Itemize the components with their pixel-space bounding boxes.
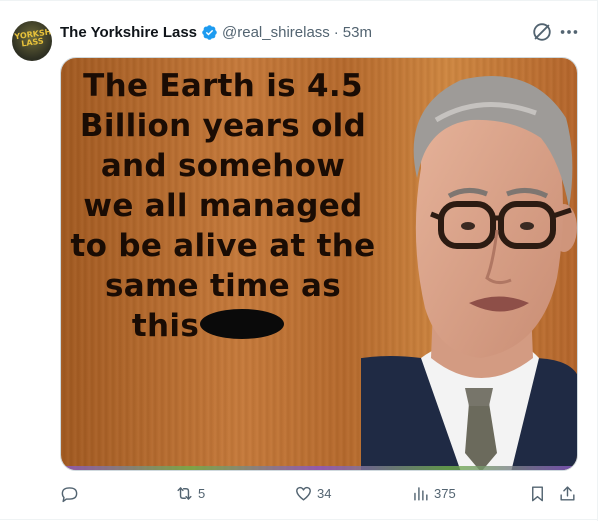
share-icon <box>560 485 575 501</box>
tweet-header: The Yorkshire Lass @real_shirelass · 53m <box>60 21 372 43</box>
bookmark-icon <box>532 485 543 501</box>
tweet-media-image[interactable]: The Earth is 4.5 Billion years old and s… <box>60 57 578 471</box>
man-photo <box>361 75 577 470</box>
caption-line: to be alive at the <box>70 228 376 264</box>
timestamp[interactable]: 53m <box>343 24 372 41</box>
action-bar: 5 34 375 <box>60 479 580 507</box>
redaction-scribble <box>200 308 285 339</box>
meme-caption: The Earth is 4.5 Billion years old and s… <box>63 66 383 346</box>
caption-line: this <box>131 308 200 344</box>
grok-icon[interactable] <box>531 21 553 43</box>
retweet-icon <box>177 486 192 500</box>
reply-button[interactable] <box>60 479 83 507</box>
heart-icon <box>296 486 311 501</box>
views-button[interactable]: 375 <box>411 479 456 507</box>
like-count: 34 <box>317 485 332 501</box>
caption-line: same time as <box>104 268 342 304</box>
image-edge-artifact <box>61 466 577 470</box>
caption-line: Billion years old <box>79 108 367 144</box>
separator: · <box>333 23 339 41</box>
verified-badge-icon <box>202 24 217 40</box>
tweet[interactable]: YORKSHIRE LASS The Yorkshire Lass @real_… <box>0 0 598 521</box>
avatar[interactable]: YORKSHIRE LASS <box>12 21 52 61</box>
caption-line: and somehow <box>100 148 346 184</box>
view-count: 375 <box>434 485 456 501</box>
caption-line: The Earth is 4.5 <box>83 68 363 104</box>
bookmark-button[interactable] <box>528 479 547 507</box>
caption-line-last: this <box>63 306 383 346</box>
author-name[interactable]: The Yorkshire Lass <box>60 24 197 41</box>
reply-icon <box>61 486 78 502</box>
retweet-count: 5 <box>198 485 206 501</box>
share-button[interactable] <box>558 479 577 507</box>
avatar-logo-text: YORKSHIRE LASS <box>13 25 52 49</box>
analytics-icon <box>414 486 428 501</box>
caption-line: we all managed <box>83 188 363 224</box>
author-handle[interactable]: @real_shirelass <box>222 24 330 41</box>
retweet-button[interactable]: 5 <box>175 479 205 507</box>
like-button[interactable]: 34 <box>294 479 331 507</box>
more-options-icon[interactable] <box>558 21 580 43</box>
